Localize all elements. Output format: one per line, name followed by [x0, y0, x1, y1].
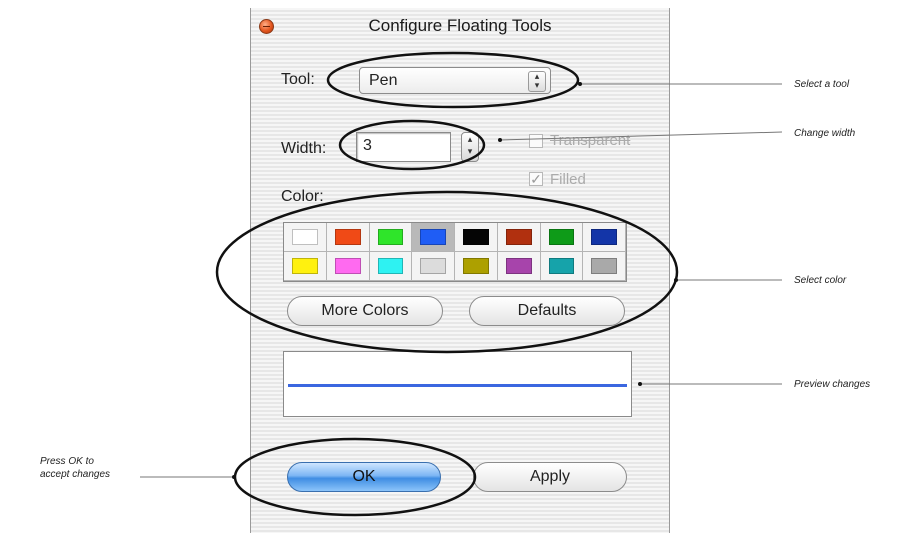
width-leader-dot [498, 138, 502, 142]
width-leader-line [499, 131, 783, 141]
annotation-preview-changes: Preview changes [794, 379, 871, 390]
color-leader-dot [674, 278, 678, 282]
preview-leader-dot [638, 382, 642, 386]
annotation-select-tool: Select a tool [794, 79, 850, 90]
width-callout-ellipse [338, 119, 486, 171]
ok-callout-ellipse [233, 437, 477, 517]
annotation-select-color: Select color [794, 275, 847, 286]
annotation-overlay [140, 51, 783, 517]
tool-leader-dot [578, 82, 582, 86]
annotation-press-ok-line1: Press OK to [40, 456, 94, 467]
annotation-change-width: Change width [794, 128, 856, 139]
annotation-press-ok-line2: accept changes [40, 469, 111, 480]
color-callout-ellipse [215, 190, 679, 354]
tool-callout-ellipse [326, 51, 580, 109]
annotation-press-ok: Press OK to accept changes [40, 455, 110, 481]
ok-leader-dot [232, 475, 236, 479]
